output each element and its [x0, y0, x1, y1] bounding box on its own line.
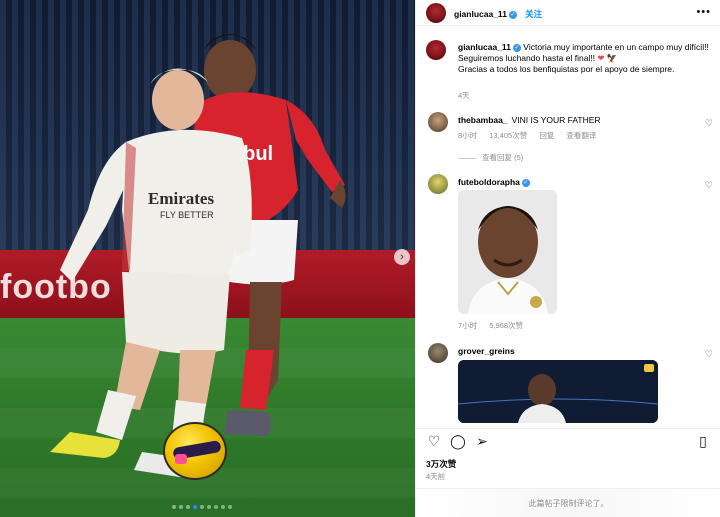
post-timestamp: 4天前	[426, 472, 446, 481]
carousel-dot	[186, 505, 190, 509]
commenter-avatar[interactable]	[428, 343, 448, 363]
reply-button[interactable]: 回复	[539, 131, 554, 140]
verified-badge-icon: ✓	[508, 10, 517, 19]
author-username[interactable]: gianlucaa_11	[454, 9, 507, 19]
carousel-dot	[221, 505, 225, 509]
comment-like-count[interactable]: 13,405次赞	[489, 131, 527, 140]
comment-text: VINI IS YOUR FATHER	[511, 115, 601, 125]
like-heart-icon[interactable]: ♡	[426, 433, 442, 449]
reaction-face-image	[458, 190, 557, 314]
commenter-username[interactable]: futeboldorapha	[458, 177, 520, 187]
caption-line-2: Seguiremos luchando hasta el final!!	[458, 53, 596, 63]
caption-line-3: Gracias a todos los benfiquistas por el …	[458, 64, 675, 74]
carousel-dot-active	[193, 505, 197, 509]
carousel-dot	[172, 505, 176, 509]
verified-badge-icon: ✓	[521, 178, 530, 187]
broadcast-still-image	[458, 360, 658, 423]
player-white-kit: Emirates FLY BETTER	[50, 68, 252, 478]
comment-time: 7小时	[458, 321, 478, 330]
post-photo[interactable]: footbo ebul Emirates FLY BETTER ›	[0, 0, 415, 517]
view-replies-button[interactable]: 查看回复 (5)	[458, 152, 523, 163]
more-options-icon[interactable]: •••	[696, 6, 711, 18]
comment-meta: 8小时 13,405次赞 回复 查看翻译	[458, 130, 606, 141]
comment-bubble-icon[interactable]: ◯	[450, 433, 466, 449]
author-avatar[interactable]	[426, 3, 446, 23]
caption-username[interactable]: gianlucaa_11	[458, 42, 511, 52]
post-like-count[interactable]: 3万次赞	[426, 458, 456, 470]
commenter-username[interactable]: grover_greins	[458, 346, 515, 356]
save-bookmark-icon[interactable]: ▯	[695, 433, 711, 449]
verified-badge-icon: ✓	[512, 43, 521, 52]
instagram-post-view: footbo ebul Emirates FLY BETTER › gianlu…	[0, 0, 720, 517]
carousel-dot	[228, 505, 232, 509]
comment-like-heart-icon[interactable]: ♡	[705, 180, 713, 191]
carousel-dots	[172, 505, 232, 509]
white-jersey-sponsor-2: FLY BETTER	[160, 210, 214, 220]
post-header: gianlucaa_11 ✓ 关注 •••	[416, 0, 720, 26]
soccer-ball	[163, 422, 227, 480]
carousel-next-icon[interactable]: ›	[394, 249, 410, 265]
carousel-dot	[200, 505, 204, 509]
comment-like-count[interactable]: 5,968次赞	[489, 321, 523, 330]
comment-like-heart-icon[interactable]: ♡	[705, 118, 713, 129]
commenter-avatar[interactable]	[428, 112, 448, 132]
comment-time: 8小时	[458, 131, 478, 140]
eagle-emoji-icon: 🦅	[606, 53, 618, 63]
post-action-bar: ♡ ◯ ➢ ▯	[416, 428, 720, 452]
follow-button[interactable]: 关注	[525, 9, 542, 19]
comment-image[interactable]	[458, 190, 557, 314]
post-panel: gianlucaa_11 ✓ 关注 ••• gianlucaa_11 ✓ Victo…	[415, 0, 720, 517]
comment-like-heart-icon[interactable]: ♡	[705, 349, 713, 360]
caption-avatar[interactable]	[426, 40, 446, 60]
carousel-dot	[179, 505, 183, 509]
white-jersey-sponsor-1: Emirates	[148, 189, 214, 208]
comments-restricted-notice: 此篇帖子限制评论了。	[416, 488, 720, 517]
caption-line-1: Victoria muy importante en un campo muy …	[523, 42, 709, 52]
carousel-dot	[207, 505, 211, 509]
red-heart-emoji-icon: ❤	[597, 53, 605, 63]
caption-time: 4天	[458, 91, 470, 100]
commenter-username[interactable]: thebambaa_	[458, 115, 508, 125]
comment-meta: 7小时 5,968次赞	[458, 320, 533, 331]
commenter-avatar[interactable]	[428, 174, 448, 194]
see-translation-button[interactable]: 查看翻译	[566, 131, 596, 140]
carousel-dot	[214, 505, 218, 509]
comment-image[interactable]	[458, 360, 658, 423]
share-send-icon[interactable]: ➢	[474, 433, 490, 449]
